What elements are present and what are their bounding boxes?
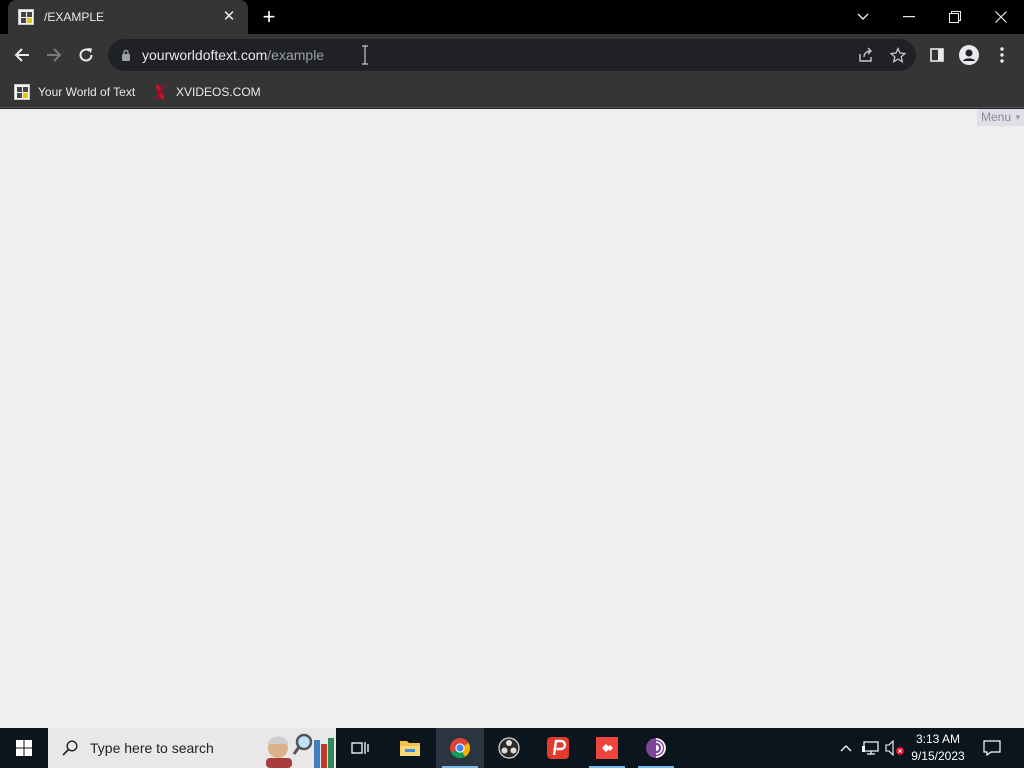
windows-logo-icon xyxy=(16,740,32,756)
side-panel-icon[interactable] xyxy=(921,39,953,71)
clock-time: 3:13 AM xyxy=(915,732,961,746)
ywot-menu-button[interactable]: Menu ▼ xyxy=(977,109,1024,126)
psiphon-icon xyxy=(547,737,569,759)
chevron-up-icon xyxy=(840,745,852,752)
address-bar[interactable]: yourworldoftext.com/example xyxy=(108,39,916,71)
taskbar-app-obs-studio[interactable] xyxy=(485,728,533,768)
volume-button[interactable] xyxy=(884,728,906,768)
show-hidden-icons-button[interactable] xyxy=(836,728,856,768)
close-window-icon[interactable] xyxy=(978,0,1024,34)
tab-active[interactable]: /EXAMPLE ✕ xyxy=(8,0,248,34)
forward-arrow-icon xyxy=(47,48,62,62)
reload-button[interactable] xyxy=(70,39,102,71)
task-view-button[interactable] xyxy=(336,728,384,768)
taskbar-app-anydesk[interactable] xyxy=(583,728,631,768)
back-button[interactable] xyxy=(6,39,38,71)
profile-avatar-icon[interactable] xyxy=(953,39,985,71)
ywot-favicon-icon xyxy=(18,9,34,25)
share-icon[interactable] xyxy=(856,45,876,65)
action-center-button[interactable] xyxy=(980,728,1004,768)
anydesk-icon xyxy=(596,737,618,759)
taskbar-search-box[interactable]: Type here to search xyxy=(48,728,336,768)
url-text: yourworldoftext.com/example xyxy=(142,47,324,63)
url-host: yourworldoftext.com xyxy=(142,47,268,63)
new-tab-icon[interactable]: + xyxy=(258,6,280,28)
tab-close-icon[interactable]: ✕ xyxy=(220,8,238,26)
chrome-icon xyxy=(450,738,471,759)
xvideos-favicon-icon xyxy=(155,85,165,99)
bookmark-your-world-of-text[interactable]: Your World of Text xyxy=(14,82,135,102)
forward-button[interactable] xyxy=(38,39,70,71)
tor-browser-icon xyxy=(646,738,666,758)
bookmark-label: XVIDEOS.COM xyxy=(176,85,261,99)
url-path: /example xyxy=(267,47,325,63)
bookmark-star-icon[interactable] xyxy=(888,45,908,65)
taskbar-app-psiphon[interactable] xyxy=(534,728,582,768)
taskbar-app-tor-browser[interactable] xyxy=(632,728,680,768)
browser-toolbar: yourworldoftext.com/example xyxy=(0,34,1024,76)
search-icon xyxy=(62,740,78,756)
search-placeholder: Type here to search xyxy=(90,740,214,756)
restore-icon[interactable] xyxy=(932,0,978,34)
network-icon xyxy=(862,741,879,755)
page-canvas[interactable]: Menu ▼ xyxy=(0,109,1024,728)
lock-icon xyxy=(122,49,130,61)
tab-title: /EXAMPLE xyxy=(44,10,105,24)
more-menu-icon[interactable] xyxy=(986,39,1018,71)
bookmark-label: Your World of Text xyxy=(38,85,136,99)
search-highlight-illustration-icon xyxy=(266,733,334,768)
bookmarks-bar: Your World of Text XVIDEOS.COM xyxy=(0,76,1024,108)
start-button[interactable] xyxy=(0,728,48,768)
bookmark-xvideos[interactable]: XVIDEOS.COM xyxy=(152,82,261,102)
menu-arrow-icon: ▼ xyxy=(1014,114,1022,122)
tab-strip: /EXAMPLE ✕ + xyxy=(0,0,1024,34)
taskbar-clock[interactable]: 3:13 AM 9/15/2023 xyxy=(906,731,970,765)
ywot-favicon-icon xyxy=(14,84,30,100)
network-status-button[interactable] xyxy=(860,728,882,768)
taskbar-app-chrome[interactable] xyxy=(436,728,484,768)
back-arrow-icon xyxy=(14,48,29,62)
taskbar-app-file-explorer[interactable] xyxy=(386,728,434,768)
minimize-icon[interactable] xyxy=(886,0,932,34)
task-view-icon xyxy=(351,742,369,754)
obs-studio-icon xyxy=(498,737,520,759)
clock-date: 9/15/2023 xyxy=(911,749,965,763)
text-cursor-icon xyxy=(362,45,368,65)
tab-search-icon[interactable] xyxy=(840,0,886,34)
windows-taskbar: Type here to search 3:13 AM 9/15/2023 xyxy=(0,728,1024,768)
reload-icon xyxy=(79,48,93,62)
notification-icon xyxy=(983,740,1001,756)
file-explorer-icon xyxy=(400,741,420,756)
menu-label: Menu xyxy=(981,110,1012,124)
browser-window: /EXAMPLE ✕ + yourworldoftext.com/example… xyxy=(0,0,1024,728)
volume-muted-icon xyxy=(885,740,904,756)
